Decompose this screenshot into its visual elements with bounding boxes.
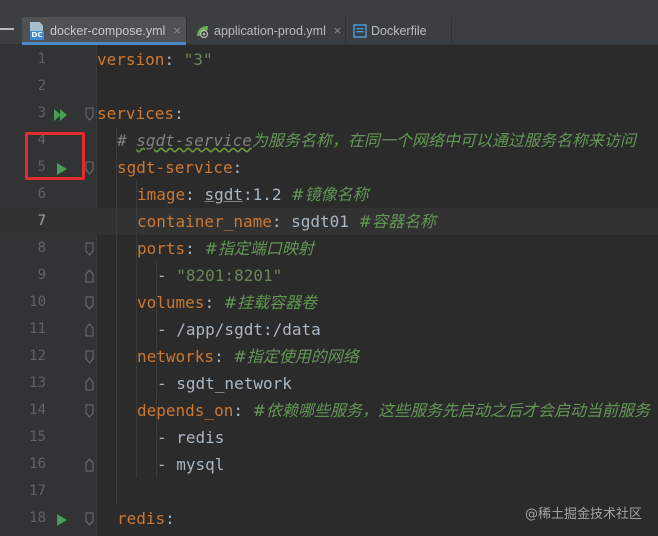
code-text: redis: [117, 509, 175, 528]
code-text: - "8201:8201" [157, 266, 283, 285]
line-number: 8 [37, 240, 46, 256]
line-number: 10 [29, 294, 46, 310]
fold-collapse-icon[interactable] [85, 160, 94, 175]
ide-window: DC docker-compose.yml × application-prod… [0, 0, 658, 536]
fold-end-icon[interactable] [85, 268, 94, 283]
run-service-icon[interactable] [55, 512, 69, 526]
annotation-highlight-box [25, 132, 85, 180]
line-number: 6 [37, 186, 46, 202]
tab-label: application-prod.yml [214, 23, 326, 38]
code-line: 8 ports: #指定端口映射 [0, 235, 658, 262]
code-line: 3 services: [0, 100, 658, 127]
code-text: image: sgdt:1.2 #镜像名称 [137, 185, 369, 204]
code-text: networks: #指定使用的网络 [137, 347, 359, 366]
fold-collapse-icon[interactable] [85, 241, 94, 256]
line-number: 13 [29, 375, 46, 391]
tab-application-prod[interactable]: application-prod.yml × [188, 17, 346, 44]
fold-end-icon[interactable] [85, 457, 94, 472]
dockerfile-icon [353, 23, 367, 38]
code-text: version: "3" [97, 50, 213, 69]
code-text: - sgdt_network [157, 374, 292, 393]
code-line: 4 # sgdt-service为服务名称，在同一个网络中可以通过服务名称来访问 [0, 127, 658, 154]
code-line: 13 - sgdt_network [0, 370, 658, 397]
code-line: 9 - "8201:8201" [0, 262, 658, 289]
editor-tab-bar: DC docker-compose.yml × application-prod… [0, 0, 658, 45]
run-all-services-icon[interactable] [53, 107, 69, 121]
code-text: volumes: #挂载容器卷 [137, 293, 318, 312]
code-text: sgdt-service: [117, 158, 243, 177]
code-line-current: 7 container_name: sgdt01 #容器名称 [0, 208, 658, 235]
tab-label: docker-compose.yml [50, 23, 166, 38]
line-number: 9 [37, 267, 46, 283]
indent-guide [156, 262, 157, 478]
fold-end-icon[interactable] [85, 376, 94, 391]
code-text: - mysql [157, 455, 225, 474]
tab-docker-compose[interactable]: DC docker-compose.yml × [22, 17, 187, 45]
code-text: ports: #指定端口映射 [137, 239, 314, 258]
fold-collapse-icon[interactable] [85, 349, 94, 364]
line-number: 1 [37, 51, 46, 67]
fold-collapse-icon[interactable] [85, 106, 94, 121]
docker-compose-file-icon: DC [28, 21, 46, 40]
indent-guide [136, 181, 137, 478]
code-line: 6 image: sgdt:1.2 #镜像名称 [0, 181, 658, 208]
code-line: 5 sgdt-service: [0, 154, 658, 181]
code-line: 15 - redis [0, 424, 658, 451]
fold-collapse-icon[interactable] [85, 511, 94, 526]
code-line: 14 depends_on: #依赖哪些服务，这些服务先启动之后才会启动当前服务 [0, 397, 658, 424]
code-line: 11 - /app/sgdt:/data [0, 316, 658, 343]
fold-collapse-icon[interactable] [85, 295, 94, 310]
tab-label: Dockerfile [371, 23, 427, 38]
line-number: 17 [29, 483, 46, 499]
tab-dockerfile[interactable]: Dockerfile [347, 17, 452, 44]
code-text: - redis [157, 428, 225, 447]
code-text: depends_on: #依赖哪些服务，这些服务先启动之后才会启动当前服务 [137, 401, 651, 420]
code-editor[interactable]: 1 version: "3" 2 3 services: 4 # sgdt-se… [0, 45, 658, 536]
code-line: 2 [0, 73, 658, 100]
line-number: 15 [29, 429, 46, 445]
tab-bar-edge-marker [0, 28, 14, 30]
line-number: 7 [37, 213, 46, 229]
code-line: 10 volumes: #挂载容器卷 [0, 289, 658, 316]
spring-yaml-file-icon [194, 23, 210, 39]
code-line: 1 version: "3" [0, 46, 658, 73]
watermark: @稀土掘金技术社区 [524, 507, 642, 522]
code-line: 16 - mysql [0, 451, 658, 478]
line-number: 3 [37, 105, 46, 121]
code-text: - /app/sgdt:/data [157, 320, 321, 339]
line-number: 12 [29, 348, 46, 364]
indent-guide [116, 127, 117, 505]
code-comment: # sgdt-service为服务名称，在同一个网络中可以通过服务名称来访问 [117, 131, 636, 150]
line-number: 14 [29, 402, 46, 418]
line-number: 2 [37, 78, 46, 94]
close-tab-icon[interactable]: × [172, 24, 181, 37]
code-line: 12 networks: #指定使用的网络 [0, 343, 658, 370]
fold-collapse-icon[interactable] [85, 403, 94, 418]
code-text: services: [97, 104, 184, 123]
code-text: container_name: sgdt01 #容器名称 [137, 212, 436, 231]
line-number: 11 [29, 321, 46, 337]
close-tab-icon[interactable]: × [333, 24, 342, 37]
code-line: 17 [0, 478, 658, 505]
line-number: 16 [29, 456, 46, 472]
line-number: 18 [29, 510, 46, 526]
fold-end-icon[interactable] [85, 322, 94, 337]
